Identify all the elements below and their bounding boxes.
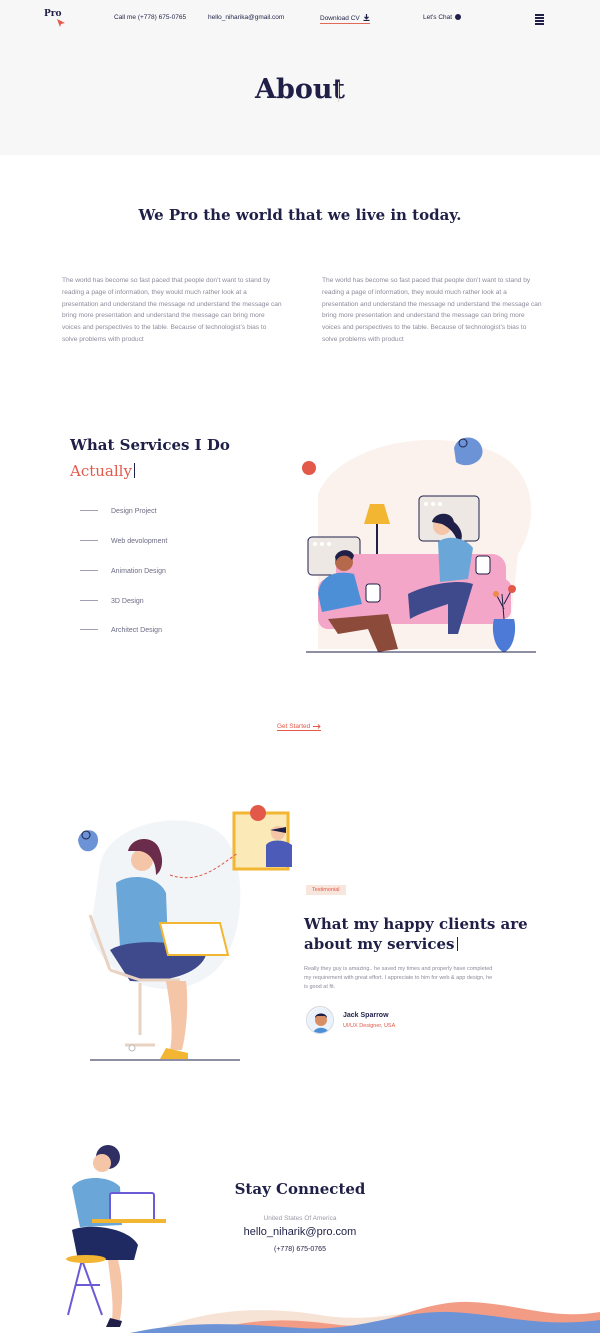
get-started-button[interactable]: Get Started [277,723,322,731]
testimonial-text: Really they guy is amazing.. he saved my… [304,966,493,990]
nav-email[interactable]: hello_niharika@gmail.com [208,14,284,21]
service-item[interactable]: Animation Design [80,568,166,575]
service-label: Architect Design [111,627,162,634]
menu-icon[interactable] [535,14,544,25]
couple-sofa-illustration [302,437,536,653]
avatar [306,1006,334,1034]
text-caret [338,82,339,102]
contact-title: Stay Connected [234,1180,366,1198]
service-item[interactable]: Design Project [80,508,157,515]
service-item[interactable]: Web devolopment [80,538,167,545]
client-name: Jack Sparrow [343,1012,389,1019]
service-label: Animation Design [111,568,166,575]
testimonial-title-text: What my happy clients are about my servi… [304,915,528,953]
arrow-right-icon [313,724,321,729]
intro-paragraph-right: The world has become so fast paced that … [322,277,542,343]
contact-phone[interactable]: (+778) 675-0765 [0,1246,600,1253]
contact-email[interactable]: hello_niharik@pro.com [0,1226,600,1238]
woman-laptop-illustration [78,805,292,1061]
download-cv-button[interactable]: Download CV [320,14,370,24]
client-avatar-icon [308,1008,333,1033]
page-title: About [255,74,345,105]
download-cv-label: Download CV [320,15,360,22]
get-started-label: Get Started [277,723,311,730]
intro-paragraph-left: The world has become so fast paced that … [62,277,282,343]
service-label: 3D Design [111,598,144,605]
contact-country: United States Of America [263,1215,337,1222]
logo[interactable]: Pro [44,9,62,19]
lets-chat-button[interactable]: Let's Chat [423,14,462,21]
footer-waves [130,1301,600,1333]
chat-icon [455,14,462,20]
client-role: UI/UX Designer, USA [343,1023,396,1029]
services-accent-text: Actually [70,462,132,480]
testimonial-title: What my happy clients are about my servi… [304,914,534,954]
text-caret [133,463,135,478]
service-item[interactable]: 3D Design [80,598,144,605]
service-label: Design Project [111,508,157,515]
services-title: What Services I Do [70,436,230,454]
service-item[interactable]: Architect Design [80,627,162,634]
testimonial-badge: Testimonial [306,885,346,895]
logo-mark-icon [57,19,65,27]
intro-title: We Pro the world that we live in today. [138,206,462,224]
nav-phone[interactable]: Call me (+778) 675-0765 [114,14,186,21]
download-icon [363,14,370,22]
services-accent: Actually [70,462,135,480]
lets-chat-label: Let's Chat [423,14,453,21]
service-label: Web devolopment [111,538,168,545]
text-caret [456,937,458,951]
